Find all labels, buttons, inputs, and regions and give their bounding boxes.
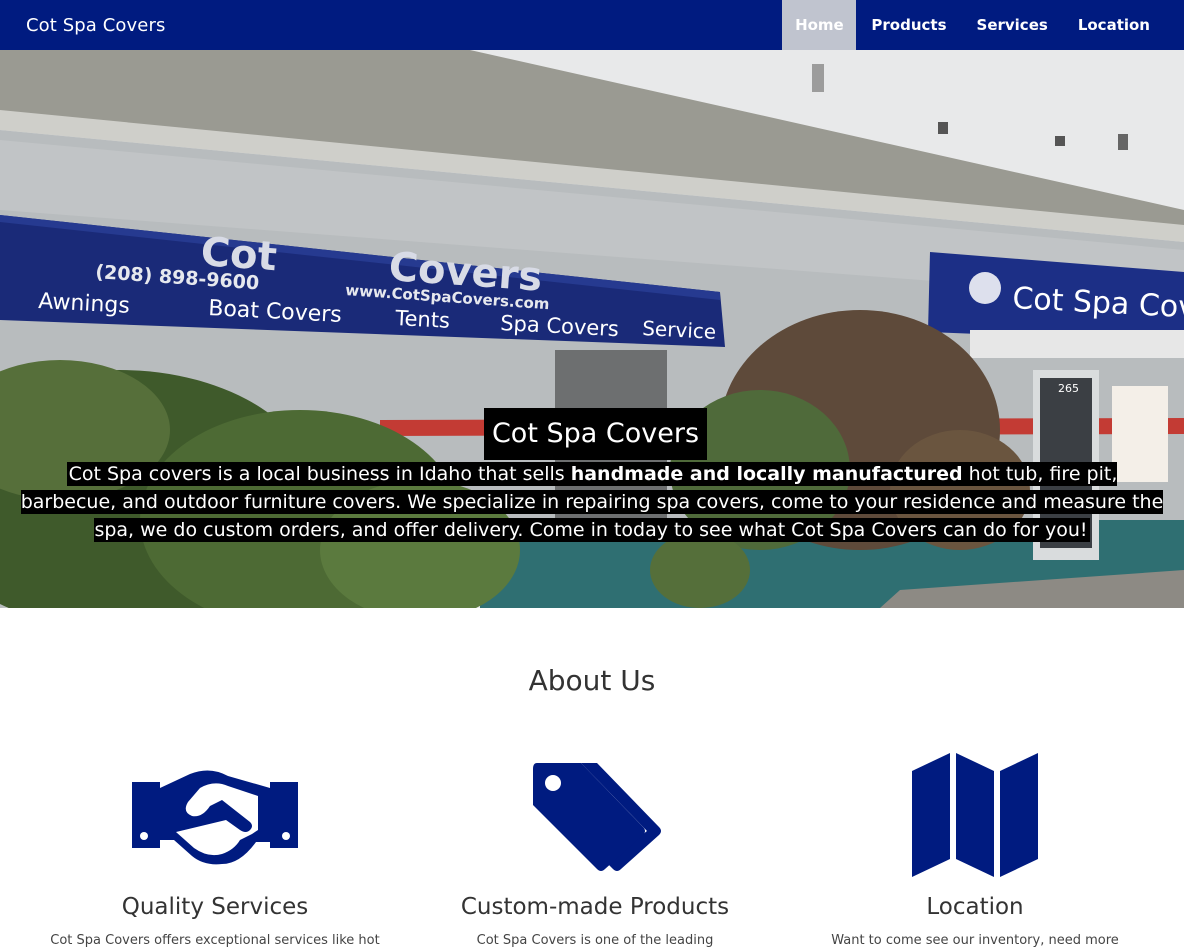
- door-number: 265: [1058, 382, 1079, 395]
- hero-title: Cot Spa Covers: [484, 408, 707, 460]
- nav-products[interactable]: Products: [856, 0, 961, 50]
- feature-quality-services: Quality Services Cot Spa Covers offers e…: [18, 750, 412, 950]
- about-us-heading: About Us: [528, 664, 656, 697]
- feature-title: Quality Services: [121, 894, 309, 920]
- brand-link[interactable]: Cot Spa Covers: [0, 15, 165, 36]
- feature-custom-products: Custom-made Products Cot Spa Covers is o…: [398, 750, 792, 950]
- hero-description: Cot Spa covers is a local business in Id…: [20, 460, 1164, 544]
- awning-item-0: Awnings: [38, 289, 131, 319]
- nav-menu: Home Products Services Location: [782, 0, 1165, 50]
- awning-item-4: Service: [642, 316, 717, 344]
- feature-location: Location Want to come see our inventory,…: [778, 750, 1172, 950]
- nav-location[interactable]: Location: [1063, 0, 1165, 50]
- handshake-icon: [18, 750, 412, 880]
- awning-item-2: Tents: [394, 306, 451, 333]
- feature-title: Location: [926, 894, 1024, 920]
- hero-banner: Cot Covers (208) 898-9600 www.CotSpaCove…: [0, 50, 1184, 608]
- tags-icon: [398, 750, 792, 880]
- feature-title: Custom-made Products: [460, 894, 730, 920]
- hero-text-bold: handmade and locally manufactured: [570, 463, 963, 485]
- feature-text: Cot Spa Covers is one of the leading: [476, 933, 714, 948]
- nav-home[interactable]: Home: [782, 0, 857, 50]
- top-navbar: Cot Spa Covers Home Products Services Lo…: [0, 0, 1184, 50]
- feature-text: Want to come see our inventory, need mor…: [831, 933, 1119, 948]
- feature-text: Cot Spa Covers offers exceptional servic…: [50, 933, 380, 948]
- map-icon: [778, 750, 1172, 880]
- nav-services[interactable]: Services: [962, 0, 1063, 50]
- hero-text-part1: Cot Spa covers is a local business in Id…: [68, 463, 571, 485]
